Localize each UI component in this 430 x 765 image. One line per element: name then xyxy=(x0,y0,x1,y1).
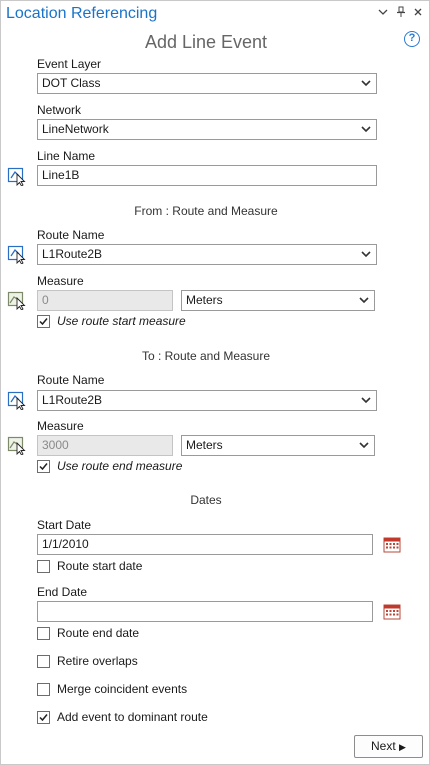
chevron-down-icon xyxy=(361,126,371,133)
use-route-start-measure-label: Use route start measure xyxy=(57,314,186,328)
to-route-name-label: Route Name xyxy=(37,373,105,387)
start-date-label: Start Date xyxy=(37,518,92,532)
from-route-name-dropdown[interactable]: L1Route2B xyxy=(37,244,377,265)
to-route-name-dropdown[interactable]: L1Route2B xyxy=(37,390,377,411)
from-units-value: Meters xyxy=(186,293,223,307)
from-measure-label: Measure xyxy=(37,274,84,288)
route-start-date-checkbox[interactable]: Route start date xyxy=(37,559,237,576)
route-end-date-checkbox[interactable]: Route end date xyxy=(37,626,237,643)
add-event-to-dominant-route-checkbox[interactable]: Add event to dominant route xyxy=(37,710,277,727)
route-start-date-label: Route start date xyxy=(57,559,143,573)
play-arrow-icon: ▶ xyxy=(399,742,406,752)
event-layer-value: DOT Class xyxy=(42,76,101,90)
event-layer-label: Event Layer xyxy=(37,57,102,71)
next-button-label: Next xyxy=(371,739,396,753)
merge-coincident-events-label: Merge coincident events xyxy=(57,682,188,696)
pane-options-icon[interactable] xyxy=(376,6,390,22)
route-end-date-label: Route end date xyxy=(57,626,140,640)
checkbox-box[interactable] xyxy=(37,560,50,573)
select-route-on-map-icon[interactable] xyxy=(7,390,27,411)
to-units-dropdown[interactable]: Meters xyxy=(181,435,375,456)
select-route-on-map-icon[interactable] xyxy=(7,244,27,265)
to-units-value: Meters xyxy=(186,438,223,452)
check-icon xyxy=(39,714,48,722)
to-measure-label: Measure xyxy=(37,419,84,433)
help-icon[interactable]: ? xyxy=(404,31,420,47)
pick-measure-on-map-icon[interactable] xyxy=(7,290,27,311)
add-event-to-dominant-route-label: Add event to dominant route xyxy=(57,710,208,724)
checkbox-box[interactable] xyxy=(37,683,50,696)
network-dropdown[interactable]: LineNetwork xyxy=(37,119,377,140)
event-layer-dropdown[interactable]: DOT Class xyxy=(37,73,377,94)
chevron-down-icon xyxy=(361,397,371,404)
checkbox-box[interactable] xyxy=(37,315,50,328)
line-name-label: Line Name xyxy=(37,149,96,163)
to-measure-input[interactable]: 3000 xyxy=(37,435,173,456)
chevron-down-icon xyxy=(359,442,369,449)
to-route-name-value: L1Route2B xyxy=(42,393,103,407)
line-name-input[interactable]: Line1B xyxy=(37,165,377,186)
chevron-down-icon xyxy=(361,80,371,87)
checkbox-box[interactable] xyxy=(37,627,50,640)
end-date-label: End Date xyxy=(37,585,88,599)
network-label: Network xyxy=(37,103,82,117)
from-units-dropdown[interactable]: Meters xyxy=(181,290,375,311)
retire-overlaps-checkbox[interactable]: Retire overlaps xyxy=(37,654,237,671)
to-section-heading: To : Route and Measure xyxy=(141,349,271,363)
pane-titlebar: Location Referencing xyxy=(1,1,429,29)
start-date-input[interactable]: 1/1/2010 xyxy=(37,534,373,555)
chevron-down-icon xyxy=(361,251,371,258)
chevron-down-icon xyxy=(359,297,369,304)
merge-coincident-events-checkbox[interactable]: Merge coincident events xyxy=(37,682,257,699)
checkbox-box[interactable] xyxy=(37,655,50,668)
select-line-on-map-icon[interactable] xyxy=(7,166,27,187)
use-route-end-measure-label: Use route end measure xyxy=(57,459,183,473)
pick-measure-on-map-icon[interactable] xyxy=(7,435,27,456)
from-measure-input[interactable]: 0 xyxy=(37,290,173,311)
dates-section-heading: Dates xyxy=(190,493,222,507)
use-route-start-measure-checkbox[interactable]: Use route start measure xyxy=(37,314,237,331)
next-button[interactable]: Next ▶ xyxy=(354,735,423,758)
retire-overlaps-label: Retire overlaps xyxy=(57,654,138,668)
check-icon xyxy=(39,318,48,326)
pane-title: Location Referencing xyxy=(6,5,158,22)
check-icon xyxy=(39,463,48,471)
calendar-icon[interactable] xyxy=(383,536,401,553)
close-icon[interactable] xyxy=(411,6,425,22)
from-route-name-value: L1Route2B xyxy=(42,247,103,261)
use-route-end-measure-checkbox[interactable]: Use route end measure xyxy=(37,459,237,476)
from-section-heading: From : Route and Measure xyxy=(134,204,278,218)
end-date-input[interactable] xyxy=(37,601,373,622)
checkbox-box[interactable] xyxy=(37,460,50,473)
calendar-icon[interactable] xyxy=(383,603,401,620)
network-value: LineNetwork xyxy=(42,122,109,136)
from-route-name-label: Route Name xyxy=(37,228,105,242)
checkbox-box[interactable] xyxy=(37,711,50,724)
tool-heading: Add Line Event xyxy=(144,32,268,52)
location-referencing-pane: Location Referencing Add Line Event ? Ev… xyxy=(0,0,430,765)
pin-icon[interactable] xyxy=(394,6,408,22)
